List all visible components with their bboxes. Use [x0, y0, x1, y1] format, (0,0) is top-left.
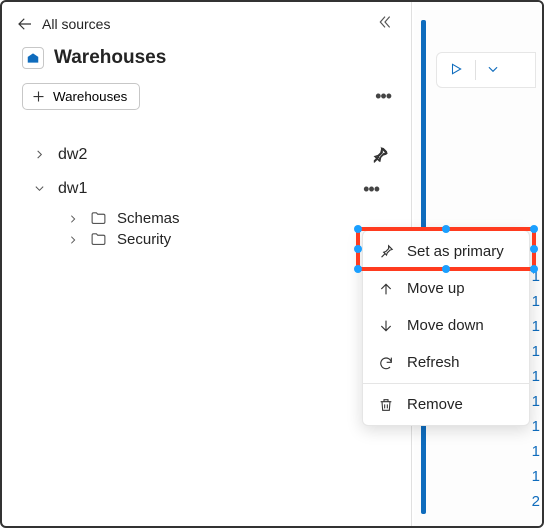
menu-item-label: Move down [407, 317, 484, 334]
divider [363, 383, 529, 384]
run-dropdown-icon[interactable] [476, 62, 510, 79]
tree-item-dw2[interactable]: dw2 [34, 138, 401, 172]
breadcrumb[interactable]: All sources [42, 16, 110, 32]
menu-item-refresh[interactable]: Refresh [363, 344, 529, 381]
more-options-icon[interactable]: ••• [375, 86, 391, 107]
back-arrow-icon[interactable] [16, 15, 34, 33]
arrow-down-icon [377, 318, 395, 334]
tree-item-label: Security [117, 231, 171, 248]
menu-item-label: Move up [407, 280, 465, 297]
run-button[interactable] [437, 62, 475, 79]
folder-icon [90, 231, 107, 248]
chevron-right-icon [34, 147, 46, 163]
warehouse-icon [22, 47, 44, 69]
refresh-icon [377, 355, 395, 371]
folder-icon [90, 210, 107, 227]
add-warehouses-button[interactable]: Warehouses [22, 83, 140, 110]
tree-item-label: dw1 [58, 180, 87, 198]
page-title: Warehouses [54, 47, 166, 69]
plus-icon [31, 89, 46, 104]
arrow-up-icon [377, 281, 395, 297]
sources-panel: All sources Warehouses Warehouses ••• [2, 2, 412, 526]
menu-item-label: Remove [407, 396, 463, 413]
chevron-down-icon [34, 181, 46, 197]
tree-item-schemas[interactable]: Schemas [34, 210, 401, 227]
run-button-group [436, 52, 536, 88]
tree-item-label: Schemas [117, 210, 180, 227]
menu-item-set-primary[interactable]: Set as primary [363, 233, 529, 270]
menu-item-label: Refresh [407, 354, 460, 371]
more-options-icon[interactable]: ••• [363, 179, 379, 200]
warehouse-tree: dw2 dw1 ••• Schemas [2, 120, 411, 248]
line-numbers: 1 1 1 1 1 1 1 1 1 2 [532, 264, 540, 514]
pin-icon[interactable] [371, 146, 389, 164]
tree-item-label: dw2 [58, 146, 87, 164]
collapse-panel-icon[interactable] [377, 14, 393, 33]
menu-item-label: Set as primary [407, 243, 504, 260]
tree-item-security[interactable]: Security [34, 231, 401, 248]
context-menu: Set as primary Move up Move down Refresh [362, 230, 530, 426]
tree-item-dw1[interactable]: dw1 ••• [34, 172, 401, 206]
chevron-right-icon [68, 232, 80, 248]
chevron-right-icon [68, 211, 80, 227]
menu-item-remove[interactable]: Remove [363, 386, 529, 423]
menu-item-move-down[interactable]: Move down [363, 307, 529, 344]
trash-icon [377, 397, 395, 413]
menu-item-move-up[interactable]: Move up [363, 270, 529, 307]
add-button-label: Warehouses [53, 89, 127, 104]
pin-icon [377, 243, 395, 260]
